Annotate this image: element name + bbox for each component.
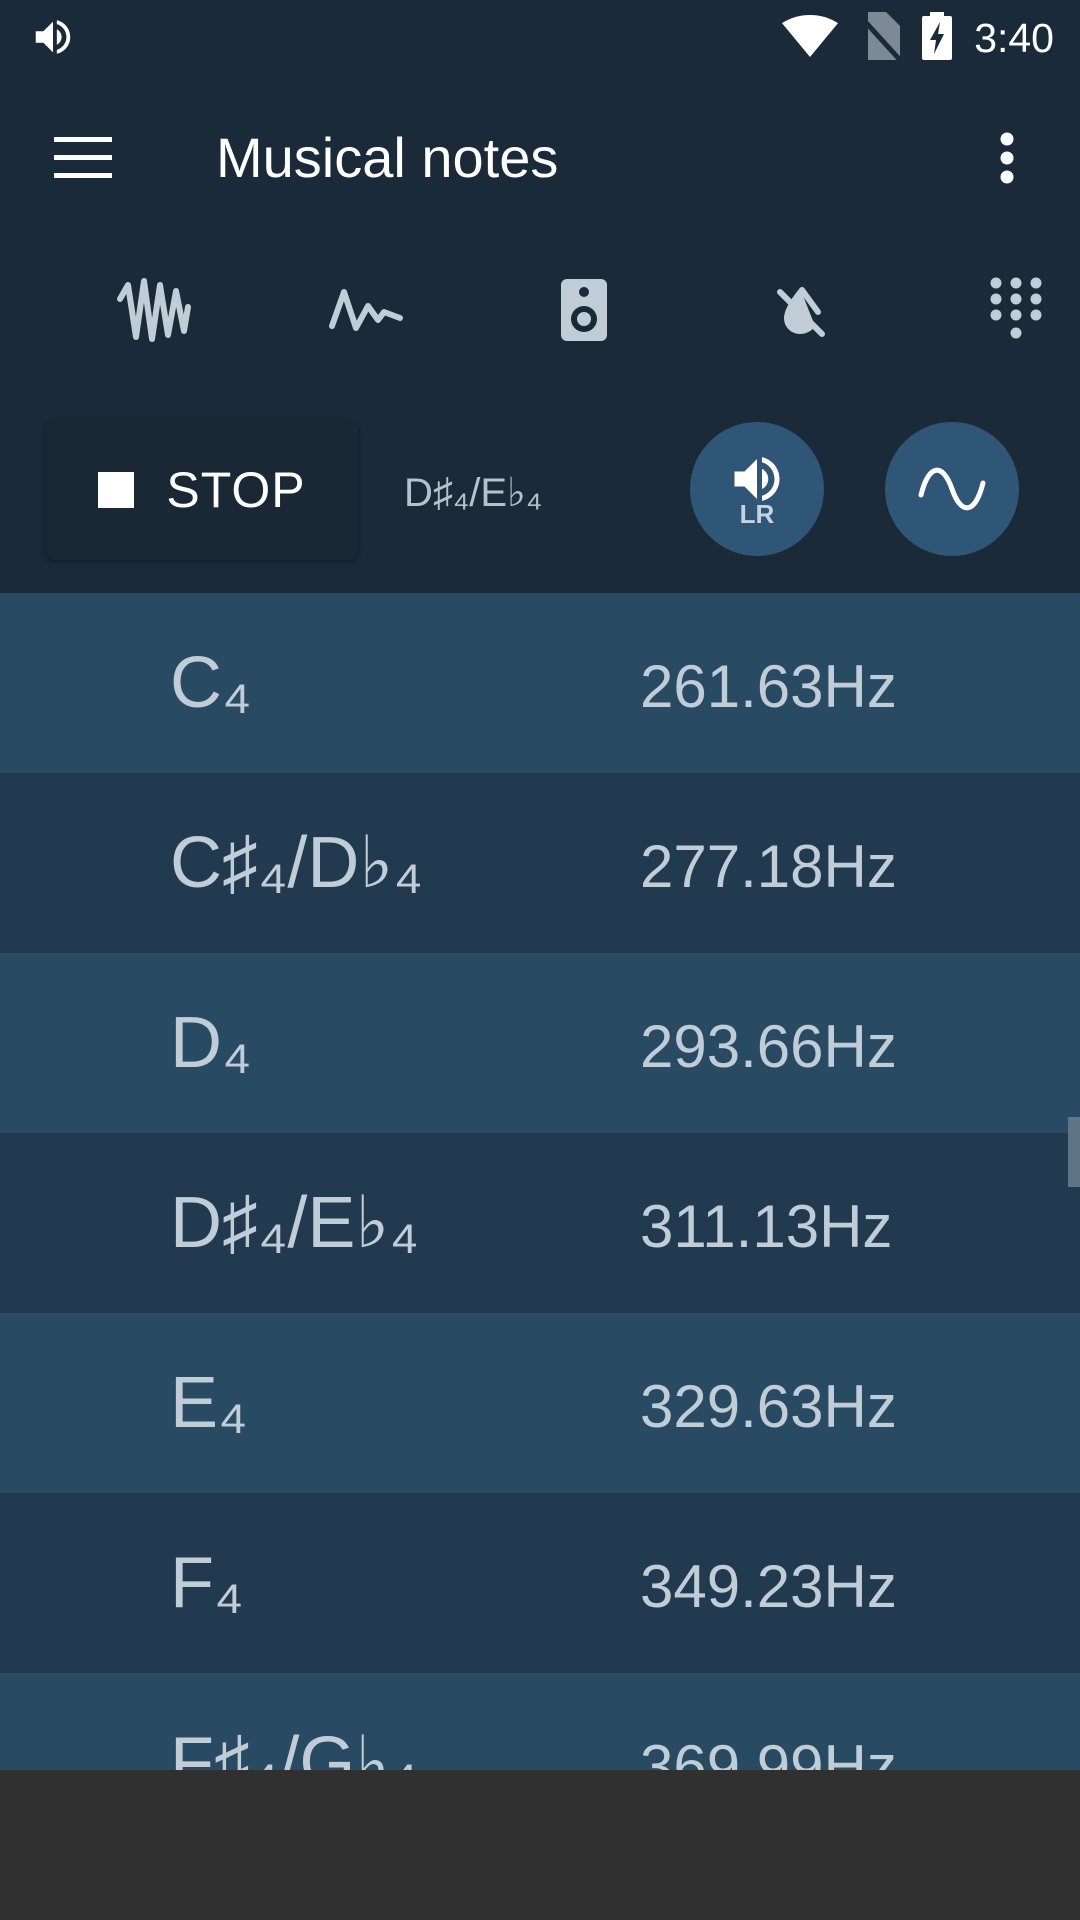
note-name: C♯₄/D♭₄ [170,823,423,903]
app-bar: Musical notes [0,75,1080,240]
current-note-label: D♯₄/E♭₄ [404,471,543,515]
tone-waveform-icon [329,289,403,331]
list-item[interactable]: F♯₄/G♭₄ 369.99Hz [0,1673,1080,1770]
scrollbar-thumb[interactable] [1068,1117,1080,1187]
note-name: E₄ [170,1363,248,1443]
more-options-button[interactable] [964,115,1050,201]
status-clock: 3:40 [974,14,1054,61]
note-frequency: 349.23Hz [640,1553,897,1620]
stop-button-label: STOP [166,462,306,518]
bottom-area [0,1770,1080,1920]
stop-button[interactable]: STOP [46,420,358,560]
speaker-icon [561,279,607,341]
list-item[interactable]: E₄ 329.63Hz [0,1313,1080,1493]
status-bar: 3:40 [0,0,1080,75]
tone-generator-button[interactable] [318,262,414,358]
no-sim-icon [858,11,903,65]
page-title: Musical notes [216,126,559,189]
dialpad-icon [990,277,1042,339]
channel-label: LR [739,498,775,529]
battery-charging-icon [922,11,953,65]
note-name: D♯₄/E♭₄ [170,1183,419,1263]
generator-toolbar [0,240,1080,380]
stop-icon [98,472,135,508]
note-frequency: 293.66Hz [640,1013,897,1080]
notes-list: C₄ 261.63Hz C♯₄/D♭₄ 277.18Hz D₄ 293.66Hz… [0,593,1080,1770]
note-frequency: 261.63Hz [640,653,897,720]
dialpad-button[interactable] [968,262,1064,358]
waveform-button[interactable] [885,422,1019,556]
channel-button[interactable]: LR [690,422,824,556]
note-frequency: 311.13Hz [640,1193,893,1260]
mute-tone-button[interactable] [752,262,848,358]
note-frequency: 369.99Hz [640,1733,897,1770]
list-item[interactable]: F₄ 349.23Hz [0,1493,1080,1673]
noise-waveform-icon [117,278,191,342]
wifi-icon [782,14,839,63]
list-item[interactable]: C♯₄/D♭₄ 277.18Hz [0,773,1080,953]
note-name: F₄ [170,1543,244,1623]
note-frequency: 277.18Hz [640,833,897,900]
list-item[interactable]: C₄ 261.63Hz [0,593,1080,773]
volume-icon [30,14,76,60]
note-name: D₄ [170,1003,252,1083]
list-item[interactable]: D♯₄/E♭₄ 311.13Hz [0,1133,1080,1313]
note-name: C₄ [170,643,252,723]
sine-wave-icon [918,467,986,511]
note-frequency: 329.63Hz [640,1373,897,1440]
more-vert-icon [1000,132,1014,184]
list-item[interactable]: D₄ 293.66Hz [0,953,1080,1133]
tone-off-icon [777,287,825,337]
note-name: F♯₄/G♭₄ [170,1723,419,1770]
hamburger-menu-icon [54,137,112,178]
playback-controls: STOP D♯₄/E♭₄ LR [0,380,1080,593]
noise-generator-button[interactable] [106,262,202,358]
menu-button[interactable] [40,115,126,201]
speaker-test-button[interactable] [536,262,632,358]
